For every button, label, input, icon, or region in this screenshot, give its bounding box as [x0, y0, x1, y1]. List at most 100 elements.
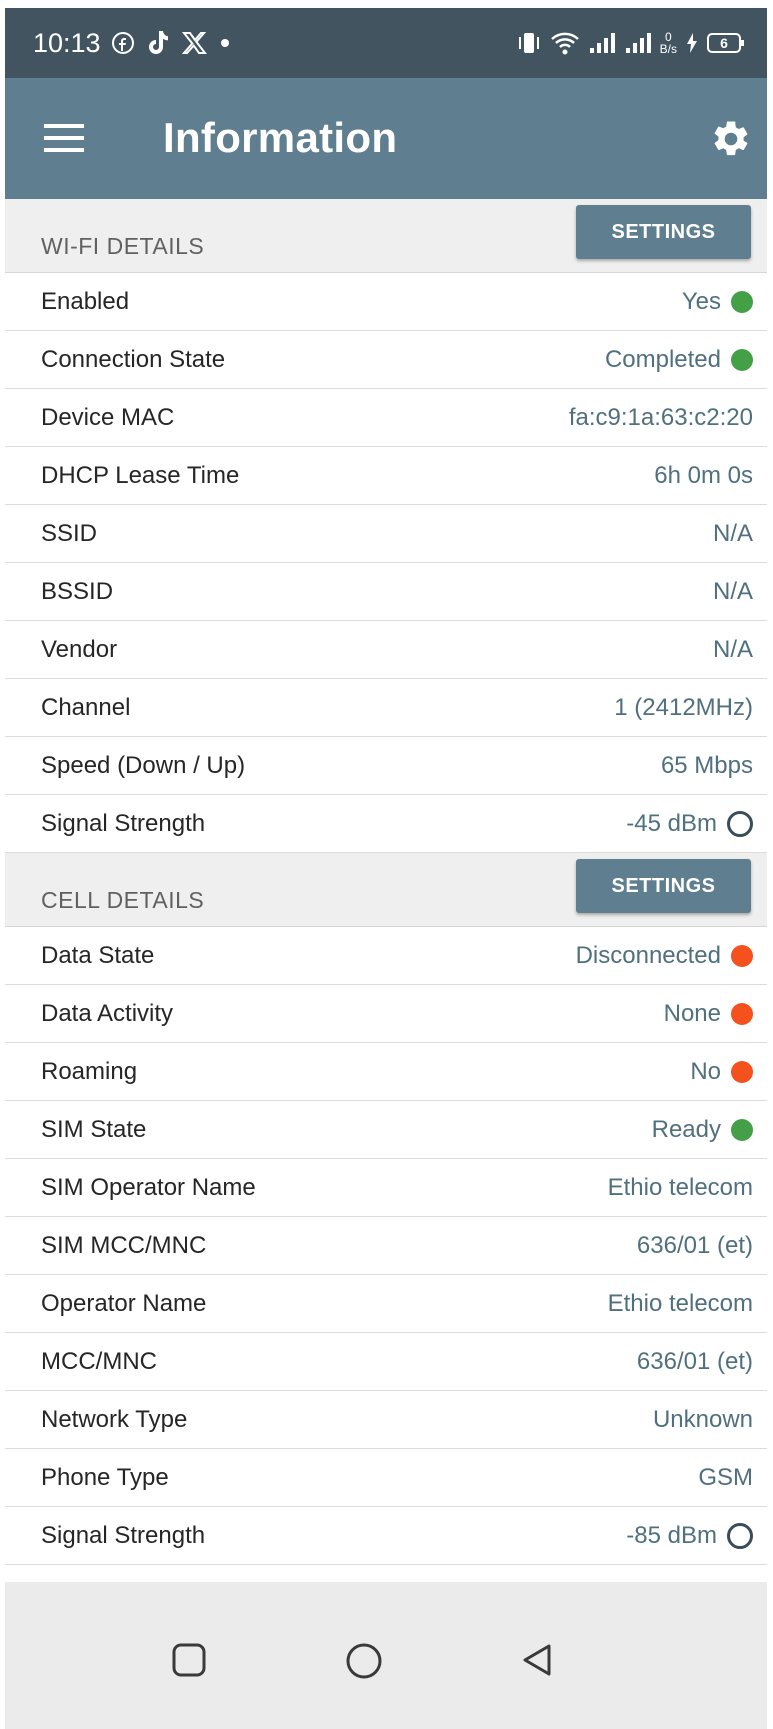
row-label: MCC/MNC — [41, 1347, 157, 1375]
row-value: Unknown — [652, 1405, 753, 1433]
row-label: DHCP Lease Time — [41, 461, 240, 489]
row-value-group: N/A — [713, 636, 753, 664]
row-label: Signal Strength — [41, 1521, 206, 1549]
table-row: MCC/MNC 636/01 (et) — [5, 1333, 767, 1391]
table-row: Signal Strength -85 dBm — [5, 1507, 767, 1565]
row-value: -85 dBm — [626, 1521, 717, 1549]
row-label: Signal Strength — [41, 809, 206, 837]
dot-icon — [217, 35, 233, 51]
table-row: Signal Strength -45 dBm — [5, 795, 767, 853]
status-dot-icon — [731, 348, 753, 371]
row-label: Data Activity — [41, 999, 174, 1027]
row-value-group: N/A — [713, 578, 753, 606]
row-value-group: 636/01 (et) — [637, 1232, 753, 1260]
wifi-icon — [550, 30, 580, 56]
row-label: Channel — [41, 693, 131, 721]
row-value: Ready — [651, 1115, 721, 1143]
table-row: SIM Operator Name Ethio telecom — [5, 1159, 767, 1217]
row-value: No — [690, 1057, 721, 1085]
row-value-group: N/A — [713, 520, 753, 548]
home-icon[interactable] — [345, 1642, 383, 1685]
vibrate-icon — [516, 31, 542, 55]
table-row: SIM MCC/MNC 636/01 (et) — [5, 1217, 767, 1275]
wifi-details-header: WI-FI DETAILS SETTINGS — [5, 199, 767, 273]
row-value-group: Disconnected — [576, 942, 753, 970]
row-label: Roaming — [41, 1057, 138, 1085]
cell-details-rows: Data State Disconnected Data Activity None R… — [5, 927, 767, 1565]
gear-icon[interactable] — [710, 118, 752, 160]
row-value: 6h 0m 0s — [654, 461, 753, 489]
row-value-group: 636/01 (et) — [637, 1348, 753, 1376]
row-value-group: 65 Mbps — [661, 752, 753, 780]
row-value: N/A — [712, 577, 753, 605]
row-value: 636/01 (et) — [636, 1231, 753, 1259]
row-value: Ethio telecom — [607, 1173, 753, 1201]
cell-details-title: CELL DETAILS — [41, 887, 205, 913]
table-row: Roaming No — [5, 1043, 767, 1101]
status-dot-icon — [731, 1060, 753, 1083]
wifi-details-rows: Enabled Yes Connection State Completed Devic… — [5, 273, 767, 853]
row-value: N/A — [712, 519, 753, 547]
status-dot-icon — [731, 1002, 753, 1025]
row-value: Disconnected — [575, 941, 721, 969]
row-value-group: Ready — [652, 1116, 753, 1144]
cell-settings-button[interactable]: SETTINGS — [576, 859, 751, 913]
row-value-group: Ethio telecom — [608, 1290, 753, 1318]
row-value: Yes — [681, 287, 721, 315]
page-title: Information — [163, 114, 398, 161]
table-row: Connection State Completed — [5, 331, 767, 389]
hamburger-menu-icon[interactable] — [44, 122, 84, 154]
row-value-group: -85 dBm — [626, 1522, 753, 1550]
row-value: GSM — [698, 1463, 753, 1491]
battery-level: 6 — [720, 35, 728, 51]
status-dot-icon — [731, 290, 753, 313]
table-row: Device MAC fa:c9:1a:63:c2:20 — [5, 389, 767, 447]
recents-icon[interactable] — [171, 1642, 207, 1683]
system-nav-bar — [5, 1582, 767, 1729]
back-icon[interactable] — [520, 1642, 554, 1683]
table-row: DHCP Lease Time 6h 0m 0s — [5, 447, 767, 505]
charging-icon — [685, 32, 699, 54]
wifi-settings-button[interactable]: SETTINGS — [576, 205, 751, 259]
row-label: SSID — [41, 519, 98, 547]
table-row: Operator Name Ethio telecom — [5, 1275, 767, 1333]
table-row: Vendor N/A — [5, 621, 767, 679]
row-value: N/A — [712, 635, 753, 663]
row-value-group: GSM — [698, 1464, 753, 1492]
row-value: 65 Mbps — [660, 751, 753, 779]
signal-ring-icon — [727, 810, 753, 837]
row-value: 636/01 (et) — [636, 1347, 753, 1375]
row-value: -45 dBm — [626, 809, 717, 837]
row-label: BSSID — [41, 577, 114, 605]
row-label: SIM Operator Name — [41, 1173, 256, 1201]
net-speed-icon: 0 B/s — [660, 31, 677, 55]
facebook-icon — [111, 31, 135, 55]
row-label: Enabled — [41, 287, 130, 315]
row-value: None — [663, 999, 721, 1027]
tiktok-icon — [145, 29, 171, 57]
x-icon — [181, 30, 207, 56]
row-value-group: 1 (2412MHz) — [614, 694, 753, 722]
signal-icon — [588, 31, 616, 55]
table-row: Enabled Yes — [5, 273, 767, 331]
row-label: Connection State — [41, 345, 226, 373]
row-label: Device MAC — [41, 403, 175, 431]
table-row: Data Activity None — [5, 985, 767, 1043]
cell-details-header: CELL DETAILS SETTINGS — [5, 853, 767, 927]
row-value: Completed — [604, 345, 721, 373]
row-value-group: -45 dBm — [626, 810, 753, 838]
row-value: Ethio telecom — [607, 1289, 753, 1317]
row-label: Speed (Down / Up) — [41, 751, 246, 779]
row-label: Data State — [41, 941, 155, 969]
row-value-group: fa:c9:1a:63:c2:20 — [569, 404, 753, 432]
status-bar: 10:13 0 B/s 6 — [5, 8, 767, 78]
table-row: Channel 1 (2412MHz) — [5, 679, 767, 737]
information-list: WI-FI DETAILS SETTINGS Enabled Yes Connect… — [5, 199, 767, 1565]
row-label: SIM MCC/MNC — [41, 1231, 207, 1259]
row-label: Vendor — [41, 635, 118, 663]
row-value: 1 (2412MHz) — [614, 693, 753, 721]
row-value-group: None — [664, 1000, 753, 1028]
row-value-group: Completed — [605, 346, 753, 374]
row-value-group: Unknown — [653, 1406, 753, 1434]
status-dot-icon — [731, 1118, 753, 1141]
